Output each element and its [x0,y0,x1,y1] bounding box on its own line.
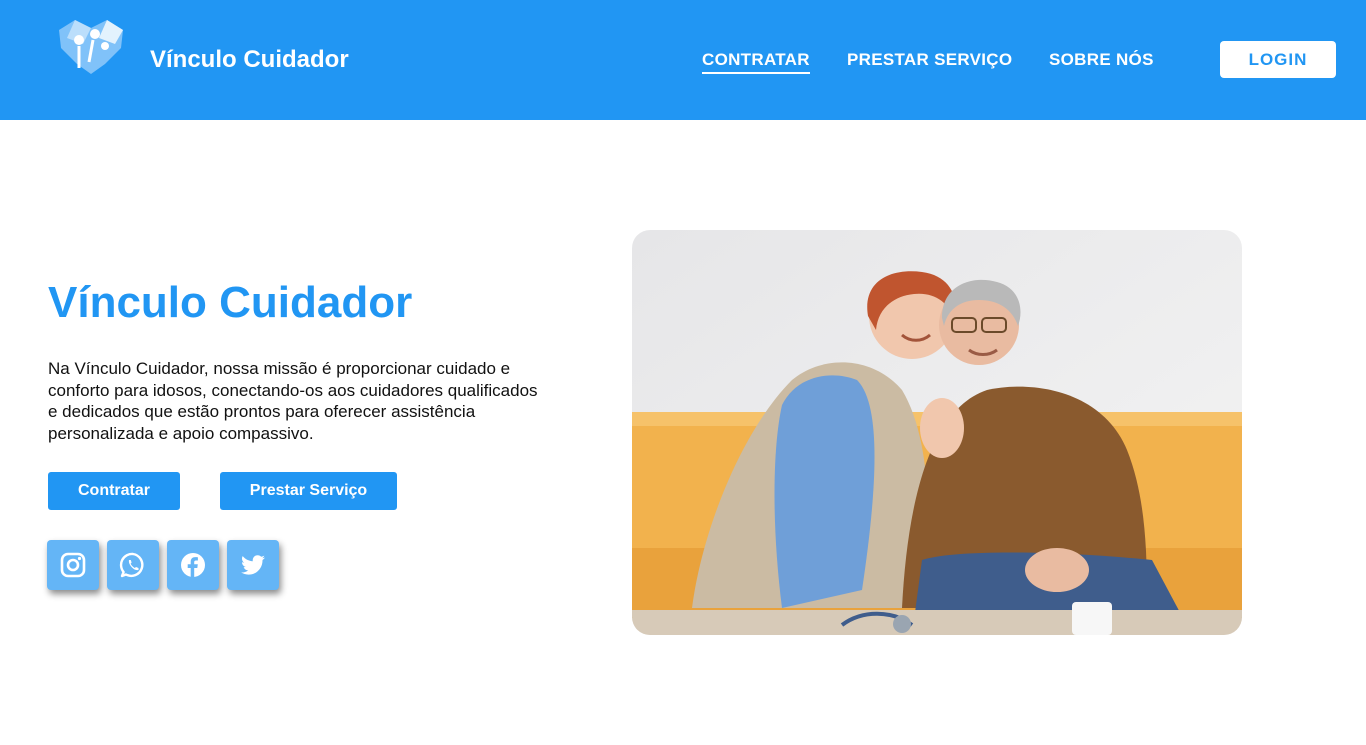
nav-prestar-servico[interactable]: PRESTAR SERVIÇO [847,50,1012,70]
twitter-button[interactable] [227,540,279,590]
provide-service-button[interactable]: Prestar Serviço [220,472,397,510]
nav-contratar[interactable]: CONTRATAR [702,50,810,74]
logo-icon[interactable] [55,18,127,76]
whatsapp-icon [119,552,144,578]
brand-name[interactable]: Vínculo Cuidador [150,46,349,74]
instagram-icon [60,552,86,578]
twitter-icon [241,555,265,575]
hire-button[interactable]: Contratar [48,472,180,510]
facebook-button[interactable] [167,540,219,590]
facebook-icon [181,553,205,578]
caregiver-elderly-illustration [632,230,1242,635]
hero-title: Vínculo Cuidador [48,278,413,327]
login-button[interactable]: LOGIN [1220,41,1336,78]
hero-description: Na Vínculo Cuidador, nossa missão é prop… [48,359,538,443]
instagram-button[interactable] [47,540,99,590]
top-navigation-bar: Vínculo Cuidador CONTRATAR PRESTAR SERVI… [0,0,1366,120]
nav-sobre-nos[interactable]: SOBRE NÓS [1049,50,1154,70]
hero-photo [632,230,1242,635]
whatsapp-button[interactable] [107,540,159,590]
